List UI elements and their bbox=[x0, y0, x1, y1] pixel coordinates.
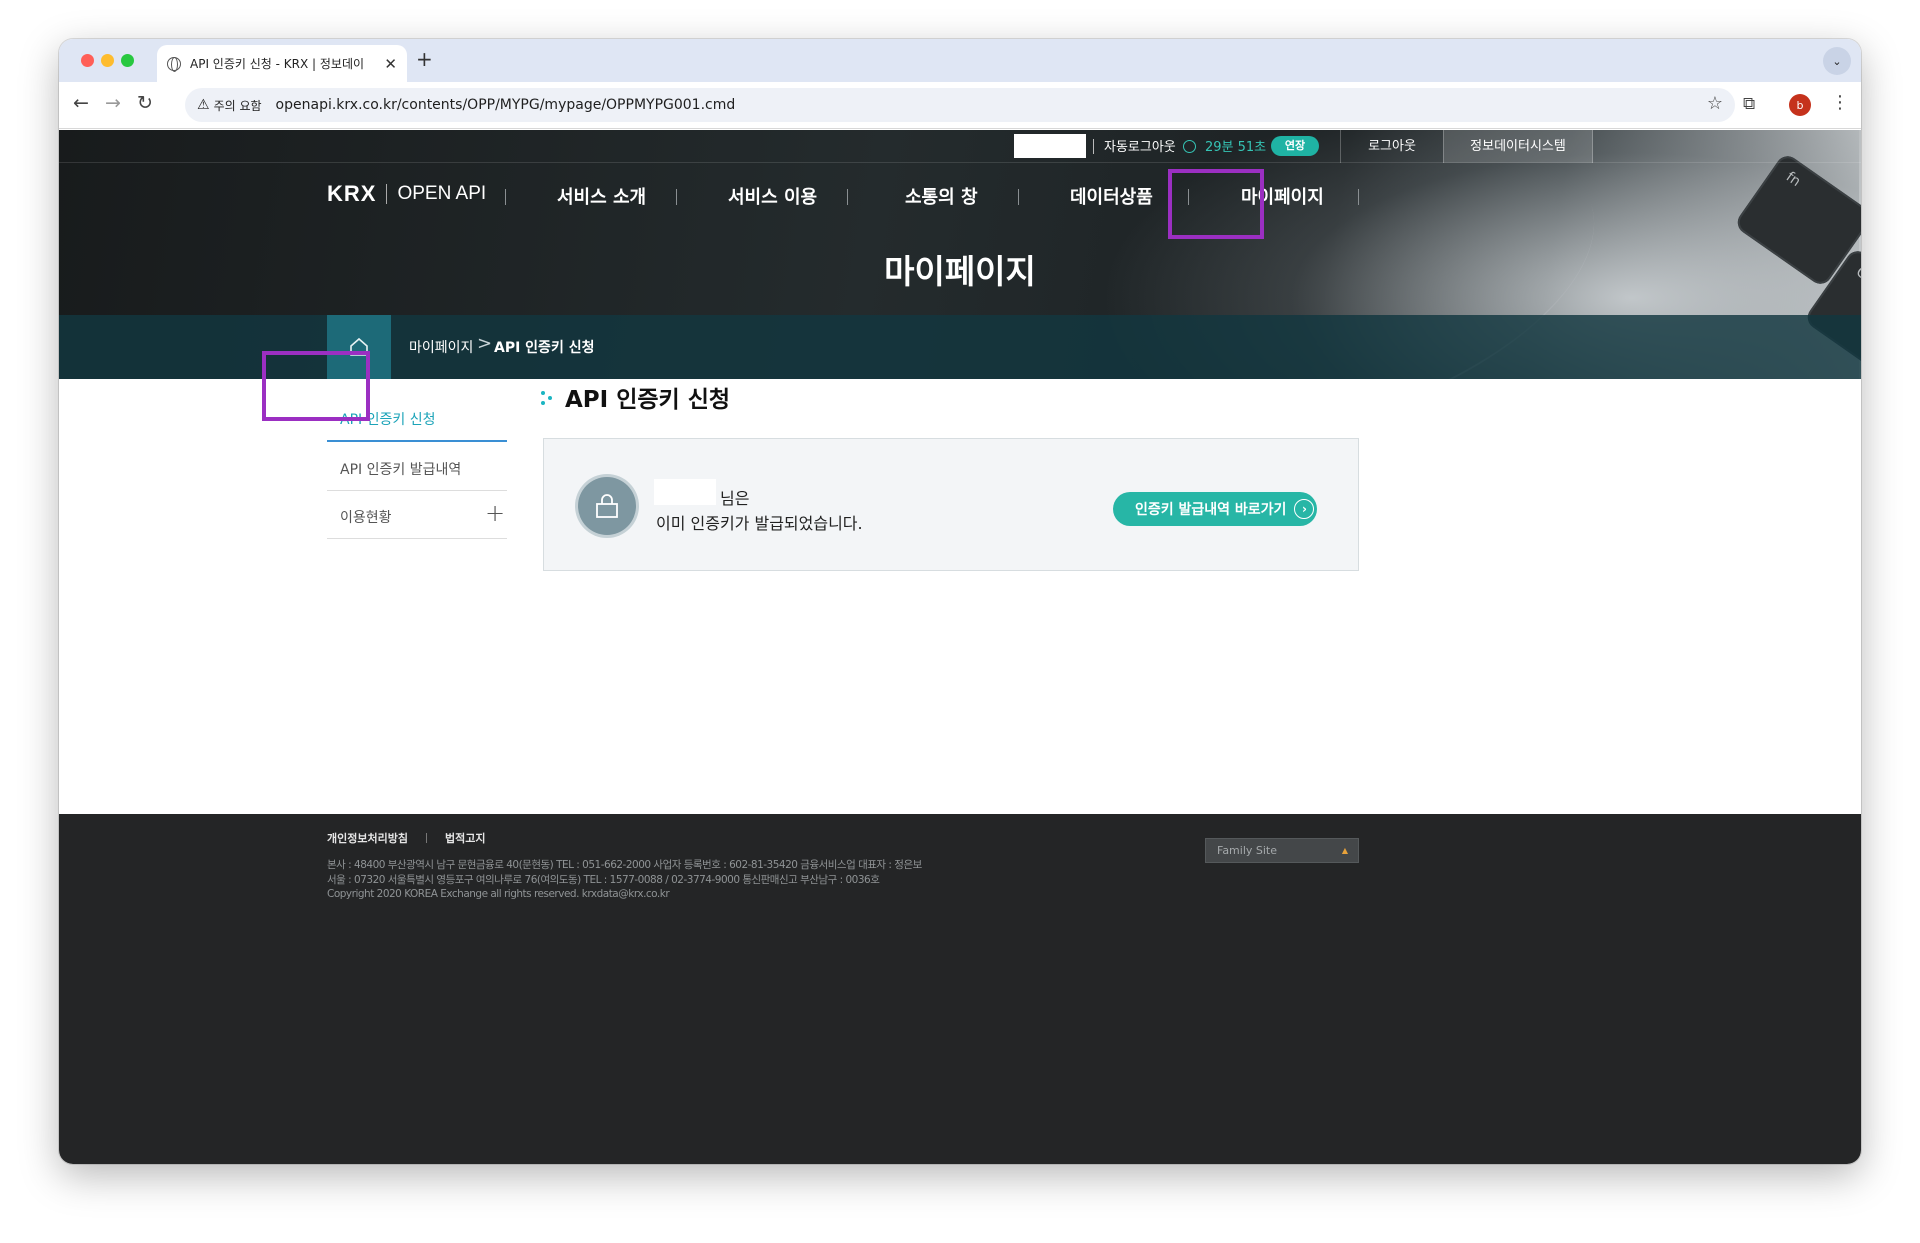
logo-openapi: OPEN API bbox=[397, 183, 487, 204]
copyright-line: Copyright 2020 KOREA Exchange all rights… bbox=[327, 888, 670, 900]
close-tab-icon[interactable]: ✕ bbox=[384, 55, 397, 73]
nav-data-products[interactable]: 데이터상품 bbox=[1070, 183, 1153, 209]
address-line: 본사 : 48400 부산광역시 남구 문현금융로 40(문현동) TEL : … bbox=[327, 859, 922, 871]
nav-divider bbox=[1018, 189, 1019, 205]
legal-notice-link[interactable]: 법적고지 bbox=[445, 830, 485, 846]
sidebar-item-api-key-history[interactable]: API 인증키 발급내역 bbox=[327, 459, 507, 479]
divider bbox=[327, 490, 507, 491]
utility-bar: 자동로그아웃 29분 51초 연장 로그아웃 정보데이터시스템 bbox=[59, 130, 1861, 163]
address-line: 서울 : 07320 서울특별시 영등포구 여의나루로 76(여의도동) TEL… bbox=[327, 874, 880, 886]
title-dots-icon bbox=[541, 389, 555, 405]
forward-button[interactable]: → bbox=[105, 92, 121, 114]
username-redacted bbox=[654, 479, 716, 505]
session-timer: 29분 51초 bbox=[1205, 140, 1267, 155]
browser-window: API 인증키 신청 - KRX | 정보데이 ✕ + ⌄ ← → ↻ ⚠ 주의… bbox=[59, 39, 1861, 1164]
site-footer: 개인정보처리방침 법적고지 본사 : 48400 부산광역시 남구 문현금융로 … bbox=[59, 814, 1861, 1164]
divider bbox=[425, 833, 427, 843]
hero-banner: fn Ctrl 자동로그아웃 29분 51초 연장 로그아웃 정보데이터시스템 … bbox=[59, 130, 1861, 379]
username-redacted bbox=[1014, 134, 1086, 158]
clock-icon bbox=[1183, 140, 1196, 153]
tab-strip: API 인증키 신청 - KRX | 정보데이 ✕ + ⌄ bbox=[59, 39, 1861, 82]
section-header: API 인증키 신청 bbox=[541, 380, 730, 414]
caret-up-icon: ▲ bbox=[1341, 846, 1348, 855]
web-page: fn Ctrl 자동로그아웃 29분 51초 연장 로그아웃 정보데이터시스템 … bbox=[59, 130, 1861, 1164]
divider bbox=[1093, 139, 1094, 154]
nav-service-use[interactable]: 서비스 이용 bbox=[728, 183, 817, 209]
footer-links: 개인정보처리방침 법적고지 bbox=[327, 830, 485, 846]
data-system-link[interactable]: 정보데이터시스템 bbox=[1443, 130, 1593, 163]
extend-session-button[interactable]: 연장 bbox=[1271, 136, 1319, 156]
tab-title: API 인증키 신청 - KRX | 정보데이 bbox=[190, 57, 365, 71]
url-text[interactable]: openapi.krx.co.kr/contents/OPP/MYPG/mypa… bbox=[276, 97, 736, 113]
extensions-icon[interactable]: ⧉ bbox=[1743, 94, 1755, 114]
lock-icon bbox=[578, 477, 636, 535]
section-title: API 인증키 신청 bbox=[565, 387, 731, 413]
goto-button-label: 인증키 발급내역 바로가기 bbox=[1135, 502, 1287, 518]
issued-message: 이미 인증키가 발급되었습니다. bbox=[656, 514, 863, 533]
goto-key-history-button[interactable]: 인증키 발급내역 바로가기 › bbox=[1113, 492, 1317, 526]
lock-glyph bbox=[596, 494, 618, 518]
address-bar[interactable]: ⚠ 주의 요함 openapi.krx.co.kr/contents/OPP/M… bbox=[185, 88, 1735, 122]
chevron-right-icon: › bbox=[1294, 499, 1315, 519]
tab-search-button[interactable]: ⌄ bbox=[1823, 47, 1851, 75]
new-tab-button[interactable]: + bbox=[416, 47, 433, 71]
globe-icon bbox=[167, 56, 181, 72]
browser-tab[interactable]: API 인증키 신청 - KRX | 정보데이 ✕ bbox=[157, 45, 407, 82]
back-button[interactable]: ← bbox=[73, 92, 89, 114]
security-chip[interactable]: ⚠ 주의 요함 bbox=[197, 97, 262, 114]
browser-toolbar: ← → ↻ ⚠ 주의 요함 openapi.krx.co.kr/contents… bbox=[59, 82, 1861, 129]
nav-divider bbox=[505, 189, 506, 205]
sidebar-item-usage[interactable]: 이용현황 bbox=[327, 507, 507, 527]
sidebar-highlight-box bbox=[262, 351, 370, 421]
browser-menu-icon[interactable]: ⋮ bbox=[1831, 92, 1849, 113]
breadcrumb-current: API 인증키 신청 bbox=[494, 340, 595, 356]
family-site-label: Family Site bbox=[1217, 844, 1278, 857]
reload-button[interactable]: ↻ bbox=[137, 92, 153, 114]
api-key-status-card: 님은 이미 인증키가 발급되었습니다. 인증키 발급내역 바로가기 › bbox=[543, 438, 1359, 571]
divider bbox=[327, 538, 507, 539]
maximize-window-button[interactable] bbox=[121, 54, 134, 67]
security-chip-label: 주의 요함 bbox=[213, 98, 262, 113]
warning-icon: ⚠ bbox=[197, 97, 210, 113]
nav-divider bbox=[1358, 189, 1359, 205]
name-suffix: 님은 bbox=[720, 489, 750, 508]
expand-plus-icon[interactable]: + bbox=[485, 499, 505, 527]
breadcrumb-chevron-icon: > bbox=[477, 333, 493, 354]
minimize-window-button[interactable] bbox=[101, 54, 114, 67]
nav-divider bbox=[676, 189, 677, 205]
krx-openapi-logo[interactable]: KRX OPEN API bbox=[327, 181, 486, 207]
profile-avatar[interactable]: b bbox=[1789, 94, 1811, 116]
page-title: 마이페이지 bbox=[884, 252, 1036, 291]
logo-divider bbox=[386, 184, 388, 204]
nav-communication[interactable]: 소통의 창 bbox=[905, 183, 978, 209]
active-underline bbox=[327, 440, 507, 442]
auto-logout-label: 자동로그아웃 bbox=[1104, 140, 1176, 155]
global-navigation: KRX OPEN API 서비스 소개 서비스 이용 소통의 창 데이터상품 마… bbox=[59, 163, 1861, 223]
logo-krx: KRX bbox=[327, 181, 377, 206]
mypage-highlight-box bbox=[1168, 169, 1264, 239]
logout-button[interactable]: 로그아웃 bbox=[1340, 130, 1443, 163]
nav-divider bbox=[847, 189, 848, 205]
nav-service-intro[interactable]: 서비스 소개 bbox=[557, 183, 646, 209]
breadcrumb-mypage[interactable]: 마이페이지 bbox=[409, 337, 473, 357]
family-site-select[interactable]: Family Site ▲ bbox=[1205, 838, 1359, 863]
close-window-button[interactable] bbox=[81, 54, 94, 67]
privacy-policy-link[interactable]: 개인정보처리방침 bbox=[327, 830, 408, 846]
bookmark-star-icon[interactable]: ☆ bbox=[1707, 93, 1723, 114]
